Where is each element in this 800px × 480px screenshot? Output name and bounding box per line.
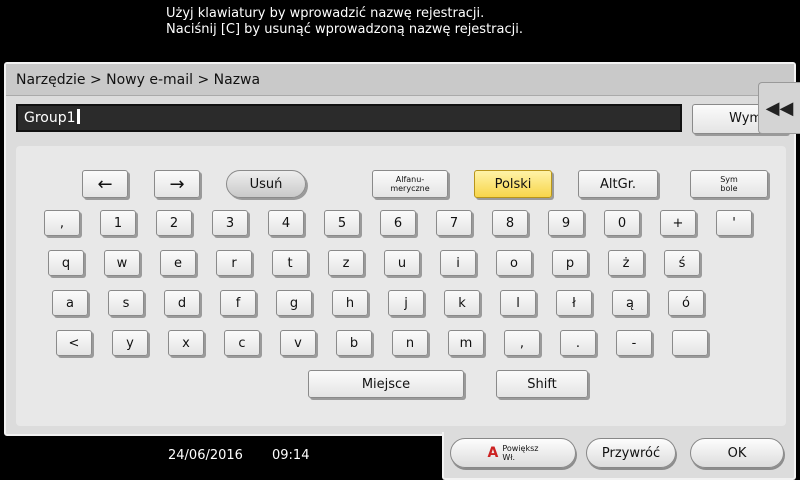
key-row4[interactable]: m bbox=[448, 330, 484, 356]
collapse-panel-tab[interactable]: ◀◀ bbox=[758, 82, 800, 134]
key-row2[interactable]: p bbox=[552, 250, 588, 276]
key-row1[interactable]: 8 bbox=[492, 210, 528, 236]
alphanumeric-mode-button[interactable]: Alfanu- meryczne bbox=[372, 170, 448, 198]
shift-key[interactable]: Shift bbox=[496, 370, 588, 398]
key-row2[interactable]: ż bbox=[608, 250, 644, 276]
key-row2[interactable]: e bbox=[160, 250, 196, 276]
key-row4[interactable]: < bbox=[56, 330, 92, 356]
breadcrumb: Narzędzie > Nowy e-mail > Nazwa bbox=[6, 64, 794, 96]
rewind-icon: ◀◀ bbox=[765, 97, 794, 119]
symbols-button[interactable]: Sym bole bbox=[690, 170, 768, 198]
key-row1[interactable]: 1 bbox=[100, 210, 136, 236]
altgr-button[interactable]: AltGr. bbox=[578, 170, 658, 198]
key-row2[interactable]: q bbox=[48, 250, 84, 276]
key-row3[interactable]: h bbox=[332, 290, 368, 316]
footer-time: 09:14 bbox=[272, 448, 310, 463]
key-row4[interactable]: c bbox=[224, 330, 260, 356]
key-row2[interactable]: ś bbox=[664, 250, 700, 276]
text-caret bbox=[76, 109, 80, 124]
keyboard-panel: Narzędzie > Nowy e-mail > Nazwa Group1 W… bbox=[4, 62, 796, 436]
key-row1[interactable]: + bbox=[660, 210, 696, 236]
key-row4[interactable]: , bbox=[504, 330, 540, 356]
key-row1[interactable]: 5 bbox=[324, 210, 360, 236]
key-row2[interactable]: u bbox=[384, 250, 420, 276]
instruction-line-2: Naciśnij [C] by usunąć wprowadzoną nazwę… bbox=[166, 22, 523, 37]
key-row3[interactable]: ą bbox=[612, 290, 648, 316]
key-row2[interactable]: i bbox=[440, 250, 476, 276]
key-row3[interactable]: a bbox=[52, 290, 88, 316]
key-row2[interactable]: r bbox=[216, 250, 252, 276]
key-row3[interactable]: s bbox=[108, 290, 144, 316]
key-row4[interactable]: n bbox=[392, 330, 428, 356]
key-row3[interactable]: ł bbox=[556, 290, 592, 316]
key-row3[interactable]: j bbox=[388, 290, 424, 316]
instruction-line-1: Użyj klawiatury by wprowadzić nazwę reje… bbox=[166, 6, 485, 21]
space-key[interactable]: Miejsce bbox=[308, 370, 464, 398]
key-row3[interactable]: ó bbox=[668, 290, 704, 316]
magnify-icon: A bbox=[487, 445, 499, 461]
key-row4[interactable]: y bbox=[112, 330, 148, 356]
name-input[interactable]: Group1 bbox=[16, 104, 682, 132]
key-row4-blank[interactable] bbox=[672, 330, 708, 356]
key-row3[interactable]: l bbox=[500, 290, 536, 316]
key-row1[interactable]: 0 bbox=[604, 210, 640, 236]
key-row3[interactable]: d bbox=[164, 290, 200, 316]
key-row2[interactable]: t bbox=[272, 250, 308, 276]
key-row2[interactable]: z bbox=[328, 250, 364, 276]
keyboard-area: ← → Usuń Alfanu- meryczne Polski AltGr. … bbox=[16, 146, 786, 426]
key-row3[interactable]: k bbox=[444, 290, 480, 316]
restore-button[interactable]: Przywróć bbox=[586, 438, 676, 468]
cursor-right-button[interactable]: → bbox=[154, 170, 200, 198]
key-row3[interactable]: f bbox=[220, 290, 256, 316]
key-row2[interactable]: w bbox=[104, 250, 140, 276]
footer-date: 24/06/2016 bbox=[168, 448, 243, 463]
key-row3[interactable]: g bbox=[276, 290, 312, 316]
magnify-label: Powiększ Wł. bbox=[502, 444, 539, 462]
key-row1[interactable]: ' bbox=[716, 210, 752, 236]
key-row1[interactable]: 2 bbox=[156, 210, 192, 236]
key-row4[interactable]: v bbox=[280, 330, 316, 356]
delete-button[interactable]: Usuń bbox=[226, 170, 306, 198]
ok-button[interactable]: OK bbox=[690, 438, 784, 468]
status-footer: 24/06/2016 09:14 bbox=[160, 436, 442, 480]
instruction-message: Użyj klawiatury by wprowadzić nazwę reje… bbox=[166, 6, 523, 38]
key-row2[interactable]: o bbox=[496, 250, 532, 276]
polish-layout-button[interactable]: Polski bbox=[474, 170, 552, 198]
key-row1[interactable]: 9 bbox=[548, 210, 584, 236]
name-input-value: Group1 bbox=[24, 110, 76, 126]
key-row1[interactable]: 6 bbox=[380, 210, 416, 236]
key-row1[interactable]: 4 bbox=[268, 210, 304, 236]
key-row1[interactable]: , bbox=[44, 210, 80, 236]
cursor-left-button[interactable]: ← bbox=[82, 170, 128, 198]
key-row1[interactable]: 7 bbox=[436, 210, 472, 236]
key-row4[interactable]: x bbox=[168, 330, 204, 356]
bottom-action-panel: A Powiększ Wł. Przywróć OK bbox=[442, 432, 796, 480]
key-row1[interactable]: 3 bbox=[212, 210, 248, 236]
key-row4[interactable]: b bbox=[336, 330, 372, 356]
magnify-button[interactable]: A Powiększ Wł. bbox=[450, 438, 576, 468]
key-row4[interactable]: . bbox=[560, 330, 596, 356]
key-row4[interactable]: - bbox=[616, 330, 652, 356]
